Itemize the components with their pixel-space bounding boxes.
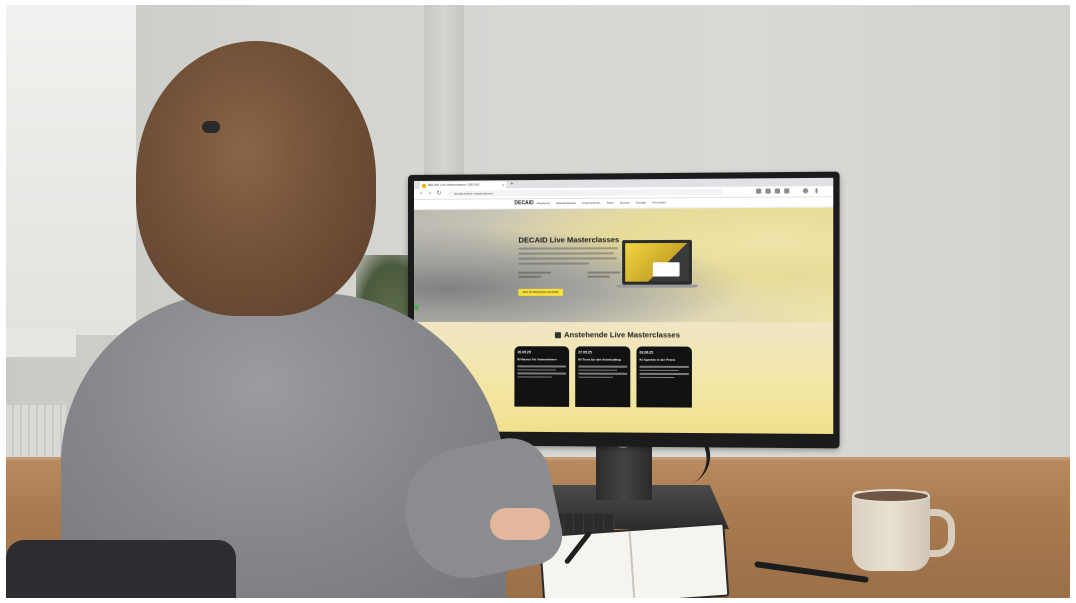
download-icon[interactable] [774, 188, 781, 194]
person-hand [490, 508, 550, 540]
nav-link[interactable]: Masterclasses [556, 200, 575, 207]
back-button[interactable]: ‹ [417, 190, 425, 198]
chat-widget-icon[interactable] [413, 304, 419, 310]
calendar-icon [554, 332, 561, 339]
section-title-text: Anstehende Live Masterclasses [564, 330, 680, 340]
nav-link[interactable]: Team [606, 200, 613, 207]
hero-laptop-image [615, 239, 699, 291]
card-title: KI-Basics für Unternehmen [517, 357, 557, 362]
site-logo[interactable]: DECAID [514, 200, 533, 207]
coffee-mug [852, 491, 930, 571]
extension-icon[interactable] [756, 188, 762, 194]
window-light [6, 5, 136, 335]
nav-link[interactable]: Events [620, 200, 629, 207]
photo-scene: DECAID Live Masterclasses | DECAID × + ‹… [6, 5, 1070, 598]
card-date: 03.06.25 [639, 350, 654, 355]
laptop-popup-card [652, 262, 680, 277]
meta-block-left [518, 271, 551, 280]
new-tab-button[interactable]: + [510, 180, 513, 188]
masterclass-card[interactable]: 03.06.25 KI-Agenten in der Praxis [636, 346, 692, 408]
register-button[interactable]: Jetzt für Masterclass anmelden [518, 288, 563, 296]
laptop-base [615, 284, 699, 288]
hero-section: DECAID Live Masterclasses Jetzt für Mast… [413, 207, 834, 323]
card-date: 20.05.25 [517, 350, 531, 355]
hero-title: DECAID Live Masterclasses [518, 235, 620, 245]
menu-icon[interactable] [815, 188, 818, 194]
address-bar[interactable]: decaid.de/live-masterclasses [447, 188, 723, 197]
mug-coffee [852, 489, 930, 503]
card-date: 27.05.25 [578, 350, 592, 355]
reload-button[interactable]: ↻ [435, 190, 443, 198]
masterclass-card[interactable]: 27.05.25 KI-Tools für den Arbeitsalltag [575, 346, 631, 408]
laptop-screen [622, 239, 692, 285]
masterclass-card[interactable]: 20.05.25 KI-Basics für Unternehmen [514, 346, 570, 407]
nav-link[interactable]: Anmelden [652, 199, 666, 206]
tab-close-icon[interactable]: × [502, 181, 504, 188]
nav-link[interactable]: Kontakt [636, 199, 646, 206]
forward-button[interactable]: › [426, 190, 434, 198]
nav-links: Akademie Masterclasses Unternehmen Team … [537, 199, 666, 207]
profile-icon[interactable] [802, 188, 809, 194]
tab-title: DECAID Live Masterclasses | DECAID [427, 182, 480, 187]
nav-link[interactable]: Unternehmen [582, 200, 601, 207]
section-title: Anstehende Live Masterclasses [554, 330, 680, 340]
favicon-icon [421, 183, 426, 188]
nav-link[interactable]: Akademie [537, 200, 551, 207]
office-chair [6, 540, 236, 598]
share-icon[interactable] [784, 188, 790, 194]
person-head [136, 41, 376, 316]
bookmark-icon[interactable] [765, 188, 771, 194]
window-sill [6, 327, 76, 357]
hero-meta [518, 271, 621, 280]
card-title: KI-Agenten in der Praxis [639, 357, 676, 362]
hair-tie [202, 121, 220, 133]
hero-description [518, 247, 619, 267]
card-title: KI-Tools für den Arbeitsalltag [578, 357, 621, 362]
